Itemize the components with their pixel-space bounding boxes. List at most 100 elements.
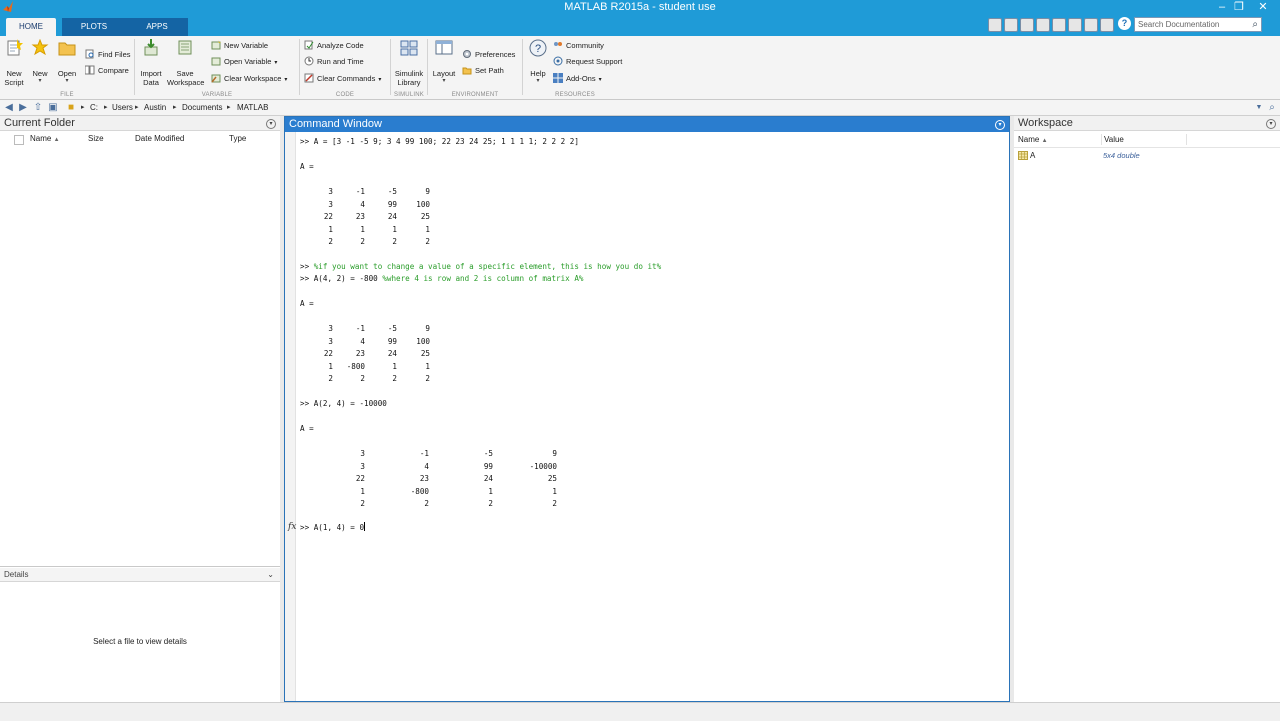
command-input-line[interactable]: >> A(1, 4) = 0 [300,522,366,534]
preferences-button[interactable]: Preferences [462,48,515,62]
command-input-text[interactable]: A(1, 4) = 0 [314,523,364,532]
save-icon[interactable] [1020,18,1034,32]
matrix-cell: 24 [483,474,493,483]
find-files-button[interactable]: Find Files [85,48,131,62]
column-divider[interactable] [1186,134,1187,145]
help-button[interactable]: ? Help ▾ [525,39,551,85]
matrix-cell: 2 [425,374,430,383]
import-data-icon [144,39,158,56]
request-support-label: Request Support [566,57,623,66]
back-arrow-icon[interactable]: ◀ [2,100,16,115]
close-button[interactable]: ✕ [1255,0,1271,15]
breadcrumb-austin[interactable]: Austin [144,100,166,115]
panel-actions-icon[interactable]: ▾ [266,119,276,129]
tab-apps[interactable]: APPS [126,18,188,36]
ribbon-group-code: Analyze Code Run and Time Clear Commands… [300,36,390,99]
column-value[interactable]: Value [1104,133,1124,147]
copy-icon[interactable] [1052,18,1066,32]
workspace-header: Workspace ▾ [1014,116,1280,131]
function-browser-icon[interactable]: fx [288,522,296,532]
open-variable-button[interactable]: Open Variable ▾ [211,55,277,69]
community-button[interactable]: Community [553,39,604,53]
breadcrumb-c-drive[interactable]: C: [90,100,98,115]
command-window-title: Command Window [289,118,382,130]
tab-home[interactable]: HOME [6,18,56,36]
run-and-time-button[interactable]: Run and Time [304,55,364,69]
new-icon [31,38,49,56]
community-label: Community [566,41,604,50]
chevron-down-icon[interactable]: ⌄ [267,568,274,582]
column-divider[interactable] [1101,134,1102,145]
clear-commands-button[interactable]: Clear Commands ▾ [304,72,381,86]
paste-icon[interactable] [1068,18,1082,32]
matrix-cell: 4 [424,461,429,471]
add-ons-button[interactable]: Add-Ons ▾ [553,72,602,86]
prompt: >> [300,523,310,532]
workspace-panel: Workspace ▾ Name ▲ Value A 5x4 double [1014,116,1280,702]
new-icon[interactable] [988,18,1002,32]
layout-label: Layout [432,69,456,78]
browse-folder-icon[interactable]: ▣ [46,100,60,115]
up-folder-icon[interactable]: ⇧ [31,100,45,115]
column-name[interactable]: Name ▲ [30,134,60,143]
restore-button[interactable]: ❐ [1231,0,1247,15]
save-workspace-icon [178,40,192,55]
search-documentation-input[interactable]: Search Documentation ⌕ [1134,17,1262,32]
inline-comment-text: %where 4 is row and 2 is column of matri… [382,274,584,283]
import-data-button[interactable]: Import Data [137,39,165,87]
analyze-code-label: Analyze Code [317,41,364,50]
column-date-modified[interactable]: Date Modified [135,134,184,143]
column-name[interactable]: Name ▲ [1018,133,1048,148]
command-text: A(4, 2) = -800 [313,274,383,283]
panel-actions-icon[interactable]: ▾ [995,120,1005,130]
layout-button[interactable]: Layout ▾ [430,39,458,85]
details-header[interactable]: Details ⌄ [0,568,280,582]
set-path-button[interactable]: Set Path [462,64,504,78]
new-button[interactable]: New ▾ [29,38,51,85]
save-workspace-button[interactable]: Save Workspace [167,39,204,87]
matrix-cell: -800 [410,486,429,496]
clear-commands-label: Clear Commands [317,74,376,83]
details-empty-message: Select a file to view details [93,637,187,646]
matrix-cell: 1 [425,361,430,371]
compare-button[interactable]: Compare [85,64,129,78]
undo-icon[interactable] [1084,18,1098,32]
text-cursor [364,522,366,531]
title-bar: MATLAB R2015a - student use – ❐ ✕ [0,0,1280,15]
forward-arrow-icon[interactable]: ▶ [16,100,30,115]
new-variable-button[interactable]: New Variable [211,39,268,53]
breadcrumb-matlab[interactable]: MATLAB [237,100,268,115]
new-script-button[interactable]: New Script [3,39,25,87]
tab-plots[interactable]: PLOTS [62,18,126,36]
open-button[interactable]: Open ▾ [56,39,78,85]
breadcrumb-documents[interactable]: Documents [182,100,222,115]
address-search-icon[interactable]: ⌕ [1265,100,1279,115]
simulink-library-button[interactable]: Simulink Library [393,39,425,87]
column-size[interactable]: Size [88,134,104,143]
breadcrumb-users[interactable]: Users [112,100,133,115]
environment-group-label: ENVIRONMENT [451,92,499,98]
request-support-button[interactable]: Request Support [553,55,622,69]
panel-actions-icon[interactable]: ▾ [1266,119,1276,129]
prompt: >> [300,274,310,283]
open-icon[interactable] [1004,18,1018,32]
prompt: >> [300,262,310,271]
address-dropdown-icon[interactable]: ▼ [1252,100,1266,115]
switch-windows-icon[interactable] [1100,18,1114,32]
output-label: A = [300,424,314,433]
clear-commands-icon [304,73,314,83]
column-name-label: Name [1018,135,1040,144]
command-window-panel[interactable]: Command Window ▾ fx >> A = [3 -1 -5 9; 3… [284,116,1010,702]
request-support-icon [553,56,563,66]
column-type[interactable]: Type [229,134,246,143]
help-icon[interactable]: ? [1118,17,1131,30]
matrix-cell: 9 [552,449,557,458]
matrix-cell: 1 [360,486,365,496]
minimize-button[interactable]: – [1214,0,1230,15]
clear-workspace-button[interactable]: Clear Workspace ▾ [211,72,287,86]
analyze-code-button[interactable]: Analyze Code [304,39,364,53]
prompt: >> [300,399,310,408]
cut-icon[interactable] [1036,18,1050,32]
matrix-cell: 25 [420,349,430,358]
workspace-variable-row[interactable]: A 5x4 double [1014,149,1280,162]
